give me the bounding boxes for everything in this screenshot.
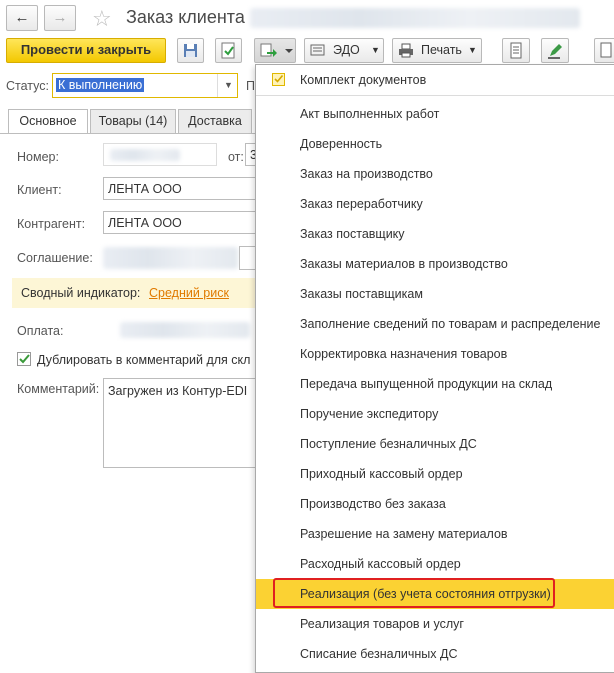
menu-item[interactable]: Списание безналичных ДС [256, 639, 614, 669]
client-field[interactable]: ЛЕНТА ООО [103, 177, 263, 200]
indicator-label: Сводный индикатор: [21, 286, 141, 300]
menu-item[interactable]: Разрешение на замену материалов [256, 519, 614, 549]
checkmark-icon [19, 354, 30, 364]
number-field[interactable] [103, 143, 217, 166]
duplicate-label: Дублировать в комментарий для скл [37, 353, 251, 367]
menu-item[interactable]: Производство без заказа [256, 489, 614, 519]
agreement-value-blurred[interactable] [103, 247, 238, 269]
status-select[interactable]: К выполнению ▼ [52, 73, 238, 98]
save-button[interactable] [177, 38, 204, 63]
pencil-icon [548, 44, 562, 59]
indicator-panel: Сводный индикатор: Средний риск [12, 278, 255, 308]
menu-item[interactable]: Поступление безналичных ДС [256, 429, 614, 459]
edo-button[interactable]: ЭДО ▼ [304, 38, 384, 63]
tab-delivery[interactable]: Доставка [178, 109, 252, 133]
post-and-close-button[interactable]: Провести и закрыть [6, 38, 166, 63]
print-button[interactable]: Печать ▼ [392, 38, 482, 63]
comment-textarea[interactable]: Загружен из Контур-EDI [103, 378, 263, 468]
status-label: Статус: [6, 79, 49, 93]
arrow-left-icon: ← [14, 9, 30, 26]
edo-icon [310, 44, 325, 56]
document-icon [600, 42, 612, 58]
post-button[interactable] [215, 38, 242, 63]
menu-item[interactable]: Акт выполненных работ [256, 99, 614, 129]
menu-header-kit[interactable]: Комплект документов [256, 65, 614, 95]
number-label: Номер: [17, 150, 59, 164]
create-based-on-menu: Комплект документов Акт выполненных рабо… [255, 64, 614, 673]
agreement-label: Соглашение: [17, 251, 93, 265]
number-value-blurred [110, 149, 180, 161]
forward-button[interactable]: → [44, 5, 76, 31]
tab-main[interactable]: Основное [8, 109, 88, 134]
comment-label: Комментарий: [17, 382, 100, 396]
report-list-icon [510, 42, 522, 59]
menu-item[interactable]: Заполнение сведений по товарам и распред… [256, 309, 614, 339]
menu-item[interactable]: Поручение экспедитору [256, 399, 614, 429]
chevron-down-icon: ▼ [468, 45, 477, 55]
more-button[interactable] [594, 38, 614, 63]
menu-item[interactable]: Приходный кассовый ордер [256, 459, 614, 489]
from-label: от: [228, 150, 244, 164]
window-title: Заказ клиента [126, 7, 245, 27]
save-icon [184, 44, 197, 57]
payment-label: Оплата: [17, 324, 64, 338]
duplicate-checkbox[interactable] [17, 352, 31, 366]
create-based-on-icon [260, 43, 293, 57]
highlight-frame [273, 578, 555, 608]
menu-item[interactable]: Расходный кассовый ордер [256, 549, 614, 579]
menu-separator [256, 95, 614, 96]
printer-icon [399, 43, 413, 58]
menu-item[interactable]: Доверенность [256, 129, 614, 159]
menu-item[interactable]: Заказ поставщику [256, 219, 614, 249]
menu-item[interactable]: Корректировка назначения товаров [256, 339, 614, 369]
favorite-star-icon[interactable]: ☆ [92, 6, 112, 32]
edit-button[interactable] [541, 38, 569, 63]
arrow-right-icon: → [52, 9, 68, 26]
status-next-label: П [246, 79, 255, 93]
create-based-on-button[interactable] [254, 38, 296, 63]
status-value: К выполнению [56, 78, 145, 92]
menu-item[interactable]: Заказы материалов в производство [256, 249, 614, 279]
contragent-field[interactable]: ЛЕНТА ООО [103, 211, 263, 234]
window-title-blurred [250, 8, 580, 28]
dropdown-arrow-icon: ▼ [224, 80, 233, 90]
post-document-icon [221, 42, 235, 59]
contragent-label: Контрагент: [17, 217, 86, 231]
indicator-link[interactable]: Средний риск [149, 286, 229, 300]
menu-item[interactable]: Заказ на производство [256, 159, 614, 189]
tab-goods[interactable]: Товары (14) [90, 109, 176, 133]
payment-value-blurred [120, 322, 250, 338]
menu-item[interactable]: Реализация товаров и услуг [256, 609, 614, 639]
back-button[interactable]: ← [6, 5, 38, 31]
client-label: Клиент: [17, 183, 62, 197]
menu-item[interactable]: Передача выпущенной продукции на склад [256, 369, 614, 399]
chevron-down-icon: ▼ [371, 45, 380, 55]
menu-item[interactable]: Заказы поставщикам [256, 279, 614, 309]
report-button[interactable] [502, 38, 530, 63]
checkbox-icon [272, 73, 285, 86]
menu-item[interactable]: Заказ переработчику [256, 189, 614, 219]
